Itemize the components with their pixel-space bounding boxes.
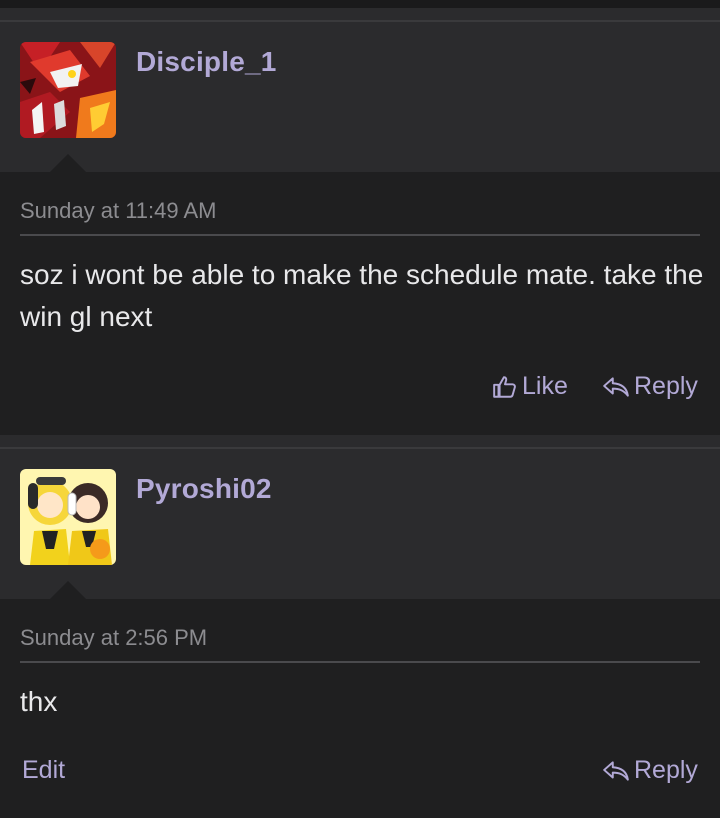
post-timestamp[interactable]: Sunday at 2:56 PM: [20, 625, 207, 651]
top-divider: [0, 0, 720, 8]
divider: [20, 661, 700, 663]
divider: [20, 234, 700, 236]
post-header: Disciple_1: [0, 20, 720, 174]
like-label: Like: [522, 372, 568, 400]
edit-button[interactable]: Edit: [22, 756, 65, 785]
post-message: soz i wont be able to make the schedule …: [20, 259, 704, 332]
reply-label: Reply: [634, 372, 698, 400]
reply-button[interactable]: Reply: [602, 756, 698, 785]
post-header: Pyroshi02: [0, 447, 720, 601]
post-disciple: Disciple_1 Sunday at 11:49 AM soz i wont…: [0, 20, 720, 435]
avatar[interactable]: [20, 42, 116, 138]
reply-label: Reply: [634, 756, 698, 784]
post-body: Sunday at 11:49 AM soz i wont be able to…: [0, 154, 720, 435]
reply-arrow-icon: [603, 760, 629, 781]
thumbs-up-icon: [493, 375, 516, 398]
post-pyroshi: Pyroshi02 Sunday at 2:56 PM thx Edit Rep…: [0, 447, 720, 818]
like-button[interactable]: Like: [492, 372, 568, 401]
message-thread: Disciple_1 Sunday at 11:49 AM soz i wont…: [0, 0, 720, 818]
reply-button[interactable]: Reply: [602, 372, 698, 401]
edit-label: Edit: [22, 756, 66, 784]
red-monster-avatar-icon: [20, 42, 116, 138]
avatar[interactable]: [20, 469, 116, 565]
speech-pointer: [50, 154, 86, 172]
speech-pointer: [50, 581, 86, 599]
username[interactable]: Pyroshi02: [136, 473, 272, 505]
username[interactable]: Disciple_1: [136, 46, 277, 78]
post-message: thx: [20, 686, 58, 717]
reply-arrow-icon: [603, 376, 629, 397]
post-body: Sunday at 2:56 PM thx Edit Reply: [0, 581, 720, 818]
post-timestamp[interactable]: Sunday at 11:49 AM: [20, 198, 217, 224]
yellow-anime-avatar-icon: [20, 469, 116, 565]
